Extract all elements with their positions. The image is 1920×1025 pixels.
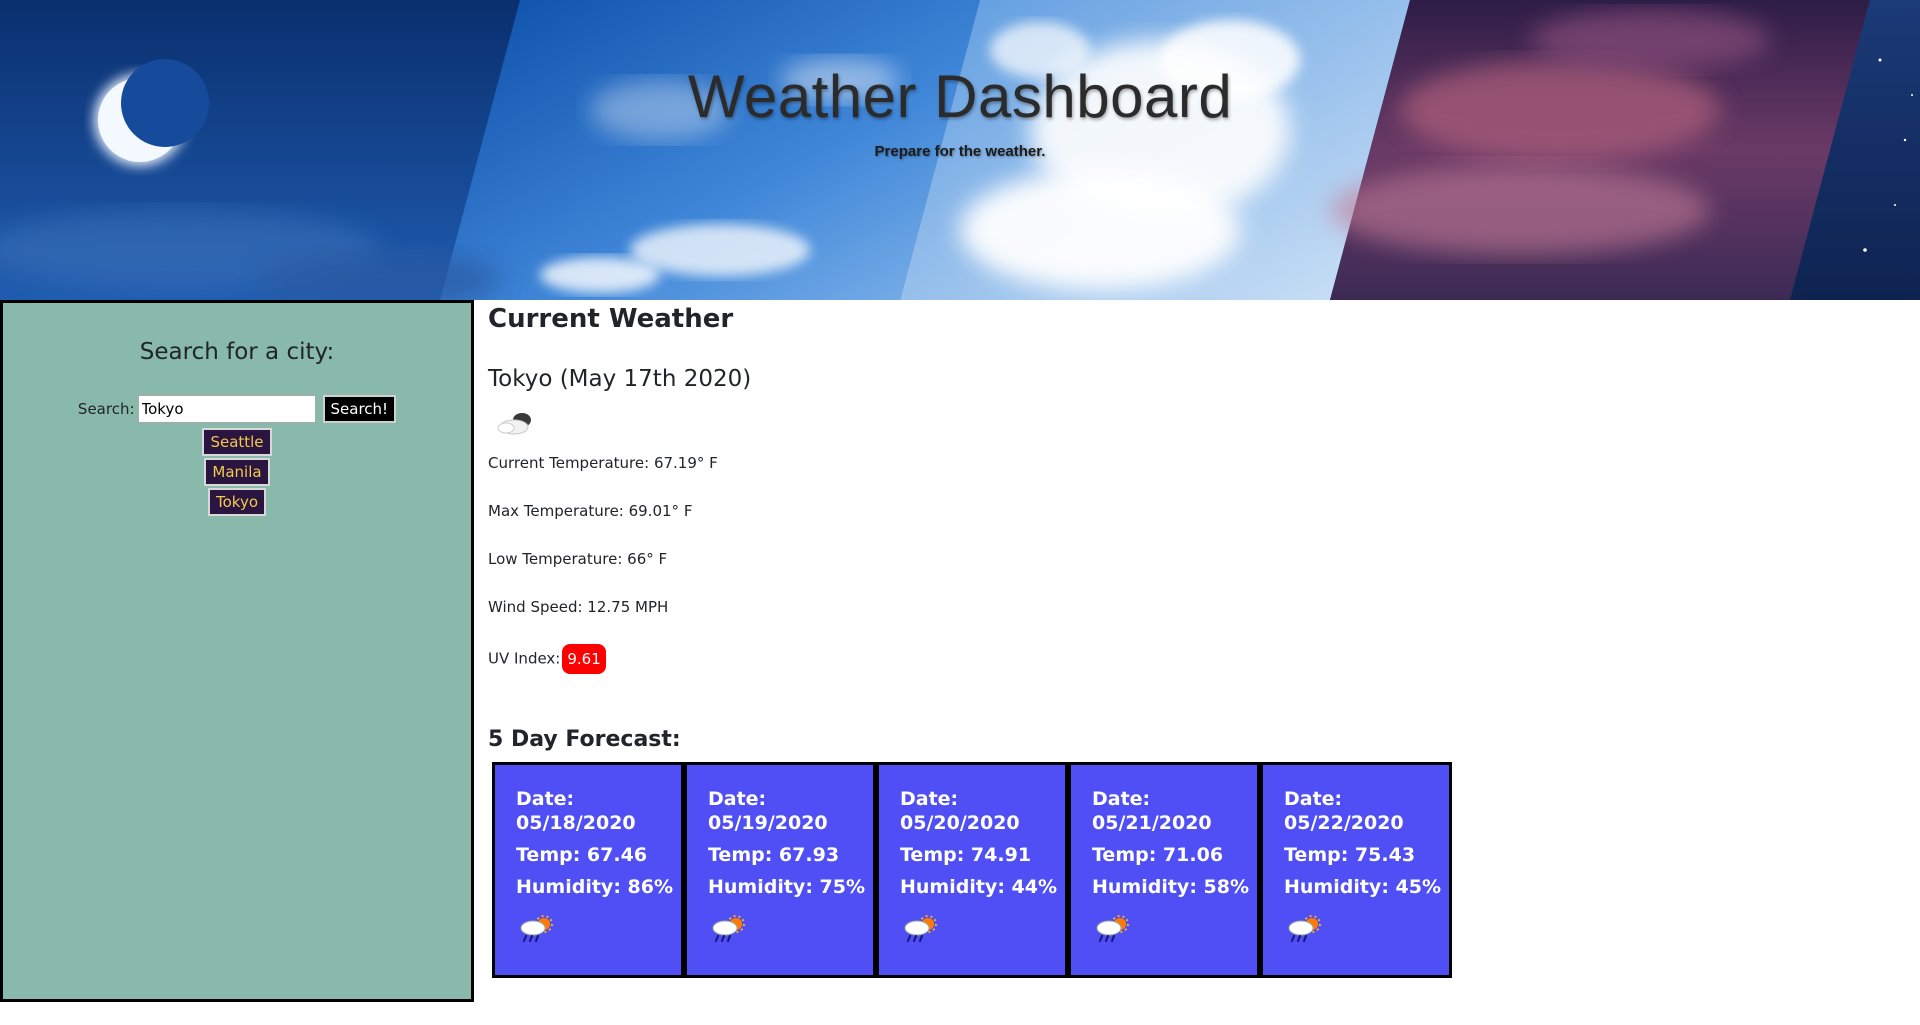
forecast-date: 05/20/2020 [900, 812, 1020, 834]
history-item-manila[interactable]: Manila [204, 458, 270, 486]
rain-sun-icon [1096, 915, 1129, 943]
forecast-temp: Temp: 74.91 [900, 844, 1032, 866]
hero-banner: Weather Dashboard Prepare for the weathe… [0, 0, 1920, 300]
history-item-tokyo[interactable]: Tokyo [208, 488, 266, 516]
forecast-card: Date: 05/22/2020 Temp: 75.43 Humidity: 4… [1260, 762, 1452, 978]
search-sidebar: Search for a city: Search: Search! Seatt… [0, 300, 474, 1002]
forecast-date-label: Date: [1284, 788, 1343, 810]
forecast-cards: Date: 05/18/2020 Temp: 67.46 Humidity: 8… [492, 762, 1452, 978]
wind-speed: Wind Speed: 12.75 MPH [488, 598, 669, 616]
forecast-date: 05/18/2020 [516, 812, 636, 834]
search-button[interactable]: Search! [322, 395, 397, 423]
forecast-date-label: Date: [1092, 788, 1151, 810]
rain-sun-icon [712, 915, 745, 943]
page-title: Weather Dashboard [687, 63, 1233, 130]
page-subtitle: Prepare for the weather. [874, 143, 1046, 160]
history-item-seattle[interactable]: Seattle [202, 428, 272, 456]
forecast-heading: 5 Day Forecast: [488, 727, 681, 752]
forecast-humidity: Humidity: 86% [516, 876, 674, 898]
forecast-card: Date: 05/21/2020 Temp: 71.06 Humidity: 5… [1068, 762, 1260, 978]
search-input[interactable] [137, 395, 316, 423]
forecast-temp: Temp: 67.93 [708, 844, 840, 866]
forecast-card: Date: 05/19/2020 Temp: 67.93 Humidity: 7… [684, 762, 876, 978]
cloud-icon [497, 413, 531, 435]
forecast-date-label: Date: [900, 788, 959, 810]
forecast-humidity: Humidity: 58% [1092, 876, 1250, 898]
max-temperature: Max Temperature: 69.01° F [488, 502, 693, 520]
forecast-card: Date: 05/18/2020 Temp: 67.46 Humidity: 8… [492, 762, 684, 978]
forecast-humidity: Humidity: 45% [1284, 876, 1442, 898]
current-weather-heading: Current Weather [488, 304, 734, 334]
rain-sun-icon [520, 915, 553, 943]
weather-main: Current Weather Tokyo (May 17th 2020) Cu… [488, 300, 1908, 1020]
forecast-humidity: Humidity: 44% [900, 876, 1058, 898]
forecast-date: 05/22/2020 [1284, 812, 1404, 834]
rain-sun-icon [904, 915, 937, 943]
forecast-date-label: Date: [516, 788, 575, 810]
forecast-humidity: Humidity: 75% [708, 876, 866, 898]
search-row: Search: Search! [3, 395, 471, 423]
low-temperature: Low Temperature: 66° F [488, 550, 668, 568]
forecast-temp: Temp: 71.06 [1092, 844, 1224, 866]
search-history: Seattle Manila Tokyo [3, 427, 471, 517]
sidebar-title: Search for a city: [139, 339, 335, 365]
forecast-temp: Temp: 67.46 [516, 844, 648, 866]
rain-sun-icon [1288, 915, 1321, 943]
forecast-date-label: Date: [708, 788, 767, 810]
uv-index-row: UV Index: 9.61 [488, 644, 606, 674]
forecast-card: Date: 05/20/2020 Temp: 74.91 Humidity: 4… [876, 762, 1068, 978]
uv-index-badge: 9.61 [562, 644, 606, 674]
forecast-date: 05/21/2020 [1092, 812, 1212, 834]
uv-index-label: UV Index: [488, 649, 561, 668]
city-date-heading: Tokyo (May 17th 2020) [488, 366, 752, 392]
search-label: Search: [77, 400, 135, 418]
current-temperature: Current Temperature: 67.19° F [488, 454, 718, 472]
forecast-temp: Temp: 75.43 [1284, 844, 1416, 866]
forecast-date: 05/19/2020 [708, 812, 828, 834]
